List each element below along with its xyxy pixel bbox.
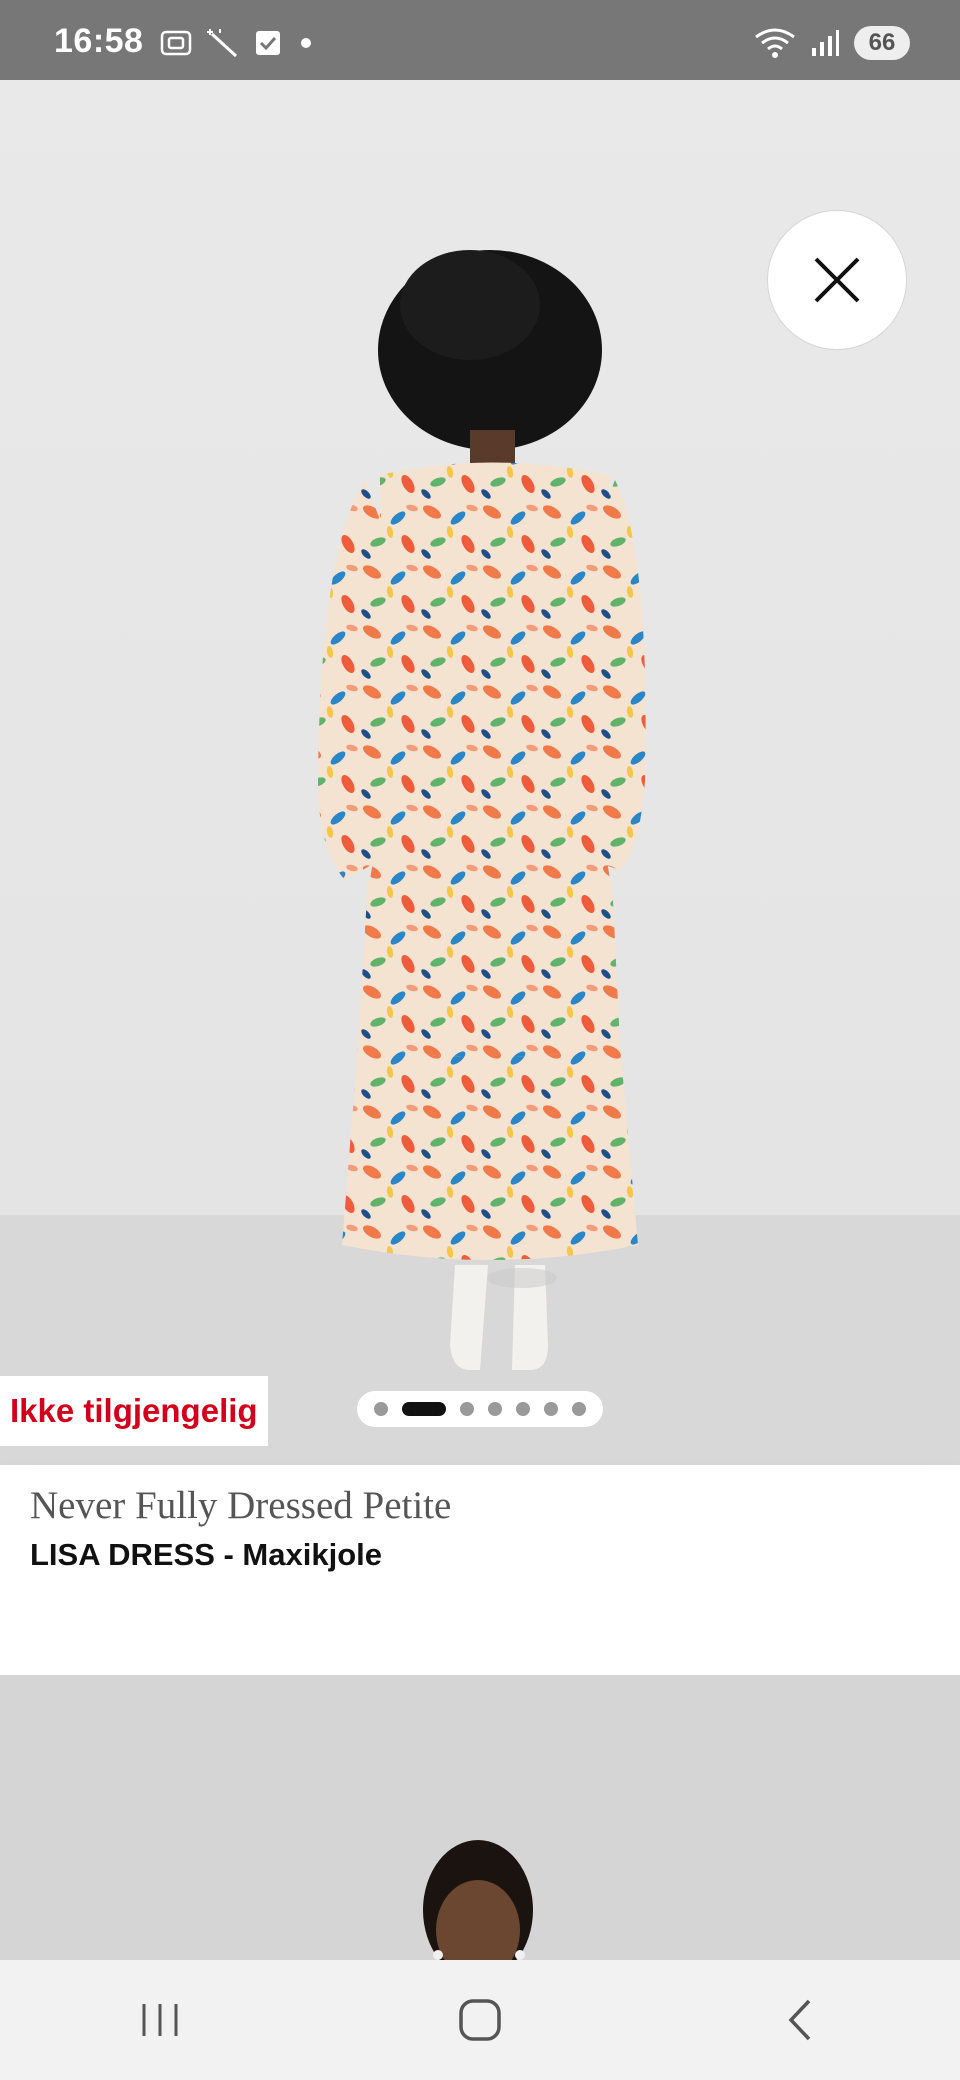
pagination-dot[interactable]	[516, 1402, 530, 1416]
battery-icon: 66	[854, 26, 910, 60]
wifi-icon	[755, 28, 795, 58]
back-icon	[788, 1999, 811, 2041]
status-bar: 16:58 66	[0, 0, 960, 80]
next-product-card[interactable]	[0, 1675, 960, 1960]
pagination-dot[interactable]	[544, 1402, 558, 1416]
screenshot-icon	[160, 30, 192, 56]
next-product-photo	[0, 1675, 960, 1960]
close-button[interactable]	[767, 210, 907, 350]
product-image-gallery[interactable]	[0, 80, 960, 1465]
pagination-dot[interactable]	[460, 1402, 474, 1416]
product-info-card[interactable]: Never Fully Dressed Petite LISA DRESS - …	[0, 1465, 960, 1615]
dot-icon	[301, 38, 311, 48]
home-button[interactable]	[420, 1980, 540, 2060]
product-brand: Never Fully Dressed Petite	[30, 1484, 452, 1527]
recent-apps-icon	[142, 2004, 178, 2036]
signal-icon	[812, 30, 839, 56]
pagination-dot[interactable]	[488, 1402, 502, 1416]
spacer	[0, 1615, 960, 1675]
close-icon	[814, 257, 860, 303]
availability-label: Ikke tilgjengelig	[10, 1392, 258, 1429]
pagination-dot[interactable]	[374, 1402, 388, 1416]
pagination-dot-active[interactable]	[402, 1402, 446, 1416]
status-time: 16:58	[54, 22, 144, 60]
product-name: LISA DRESS - Maxikjole	[30, 1537, 382, 1572]
system-nav-bar	[0, 1960, 960, 2080]
status-left-icons	[160, 28, 316, 58]
magic-wand-icon	[207, 29, 238, 58]
pagination-dot[interactable]	[572, 1402, 586, 1416]
checkbox-icon	[256, 31, 280, 55]
back-button[interactable]	[740, 1980, 860, 2060]
recent-apps-button[interactable]	[100, 1980, 220, 2060]
image-pagination[interactable]	[357, 1391, 603, 1427]
availability-badge: Ikke tilgjengelig	[0, 1376, 268, 1446]
status-right-icons: 66	[754, 26, 910, 60]
home-icon	[459, 1999, 501, 2041]
